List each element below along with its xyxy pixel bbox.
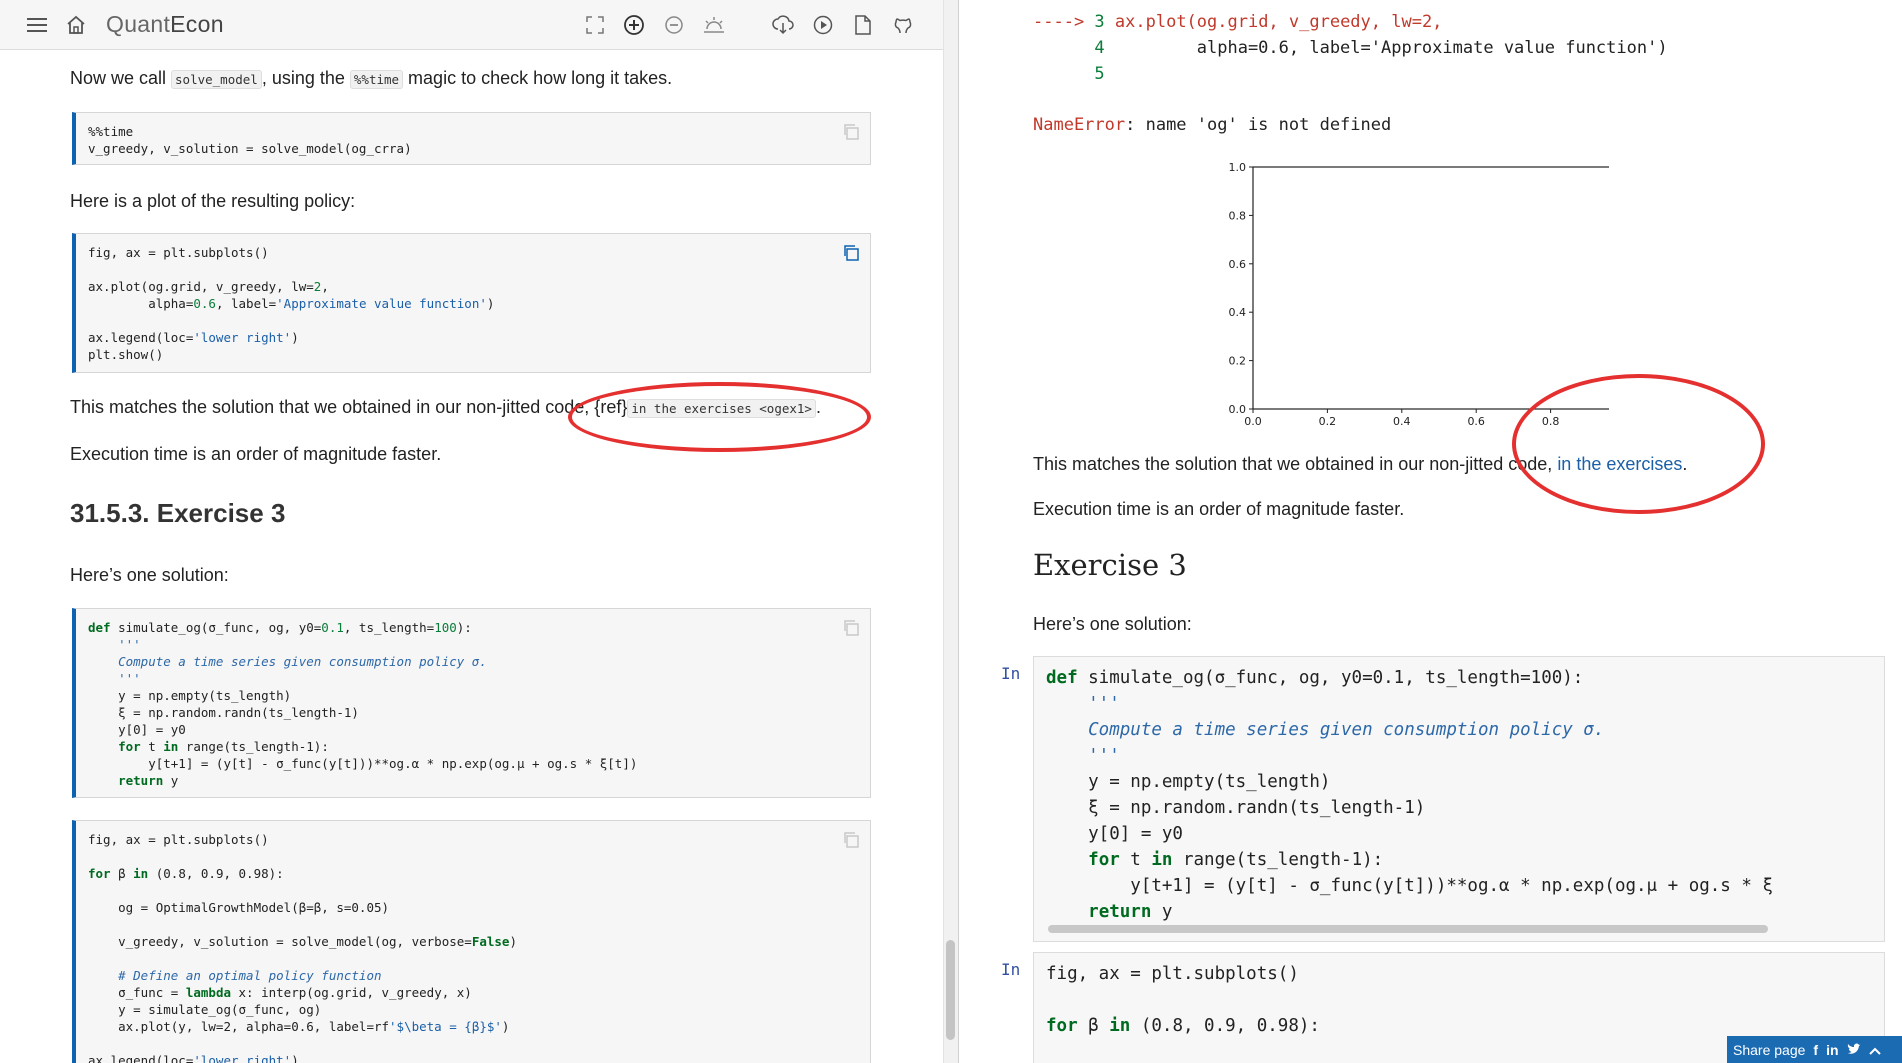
- error-message: NameError: name 'og' is not defined: [1033, 115, 1392, 135]
- fullscreen-icon[interactable]: [583, 13, 607, 37]
- paragraph-plot-intro: Here is a plot of the resulting policy:: [70, 191, 356, 211]
- x-tick-label: 0.4: [1393, 415, 1411, 428]
- code-cell-time[interactable]: %%time v_greedy, v_solution = solve_mode…: [72, 112, 871, 165]
- cell-prompt: In: [1001, 960, 1021, 979]
- y-tick-label: 0.2: [1229, 355, 1247, 368]
- y-tick-label: 0.4: [1229, 306, 1247, 319]
- y-tick-label: 0.6: [1229, 258, 1247, 271]
- twitter-icon[interactable]: [1847, 1042, 1861, 1058]
- horizontal-scrollbar[interactable]: [1048, 925, 1768, 933]
- contrast-icon[interactable]: [702, 13, 726, 37]
- paragraph-one-solution: Here’s one solution:: [1033, 614, 1192, 634]
- home-icon[interactable]: [64, 13, 88, 37]
- download-icon[interactable]: [771, 13, 795, 37]
- traceback-line-5: 5: [1033, 64, 1105, 84]
- paragraph-one-solution: Here’s one solution:: [70, 565, 229, 585]
- play-icon[interactable]: [811, 13, 835, 37]
- copy-icon[interactable]: [842, 619, 860, 637]
- chevron-up-icon[interactable]: [1868, 1042, 1881, 1058]
- paragraph-call-solve-model: Now we call solve_model, using the %%tim…: [70, 68, 673, 89]
- brand-logo[interactable]: QuantEcon: [106, 11, 224, 38]
- paragraph-execution-time: Execution time is an order of magnitude …: [1033, 499, 1405, 519]
- code-cell-beta-loop[interactable]: fig, ax = plt.subplots() for β in (0.8, …: [72, 820, 871, 1063]
- x-tick-label: 0.2: [1319, 415, 1337, 428]
- github-icon[interactable]: [891, 13, 915, 37]
- inline-code-solve-model: solve_model: [171, 70, 262, 89]
- copy-icon[interactable]: [842, 831, 860, 849]
- left-pane: QuantEcon Now we call solve_model, using…: [0, 0, 958, 1063]
- zoom-out-icon[interactable]: [662, 13, 686, 37]
- copy-icon[interactable]: [842, 244, 860, 262]
- x-tick-label: 0.0: [1244, 415, 1262, 428]
- zoom-in-icon[interactable]: [622, 13, 646, 37]
- annotation-ellipse-right: [1512, 374, 1765, 514]
- right-pane: ----> 3 ax.plot(og.grid, v_greedy, lw=2,…: [959, 0, 1902, 1063]
- share-label: Share page: [1733, 1041, 1806, 1058]
- x-tick-label: 0.6: [1467, 415, 1485, 428]
- inline-code-time-magic: %%time: [349, 70, 404, 89]
- y-tick-label: 0.8: [1229, 209, 1247, 222]
- traceback-line-3: ----> 3 ax.plot(og.grid, v_greedy, lw=2,: [1033, 12, 1443, 32]
- copy-icon[interactable]: [842, 123, 860, 141]
- linkedin-icon[interactable]: in: [1826, 1042, 1838, 1058]
- toolbar: QuantEcon: [0, 0, 943, 50]
- scrollbar-track[interactable]: [943, 0, 958, 1063]
- traceback-line-4: 4 alpha=0.6, label='Approximate value fu…: [1033, 38, 1668, 58]
- section-heading-exercise-3: Exercise 3: [1033, 548, 1187, 582]
- annotation-ellipse-left: [568, 382, 871, 452]
- menu-icon[interactable]: [25, 13, 49, 37]
- section-heading-exercise-3: 31.5.3. Exercise 3: [70, 498, 286, 528]
- facebook-icon[interactable]: f: [1813, 1042, 1818, 1058]
- scrollbar-thumb[interactable]: [946, 940, 955, 1040]
- share-bar[interactable]: Share page f in: [1727, 1036, 1902, 1063]
- paragraph-execution-time: Execution time is an order of magnitude …: [70, 444, 442, 464]
- notebook-cell-simulate-og[interactable]: def simulate_og(σ_func, og, y0=0.1, ts_l…: [1033, 656, 1885, 942]
- cell-prompt: In: [1001, 664, 1021, 683]
- file-icon[interactable]: [851, 13, 875, 37]
- y-tick-label: 0.0: [1229, 403, 1247, 416]
- plot-frame: [1252, 166, 1609, 410]
- code-cell-simulate-og[interactable]: def simulate_og(σ_func, og, y0=0.1, ts_l…: [72, 608, 871, 798]
- code-cell-plot[interactable]: fig, ax = plt.subplots() ax.plot(og.grid…: [72, 233, 871, 373]
- y-tick-label: 1.0: [1229, 161, 1247, 174]
